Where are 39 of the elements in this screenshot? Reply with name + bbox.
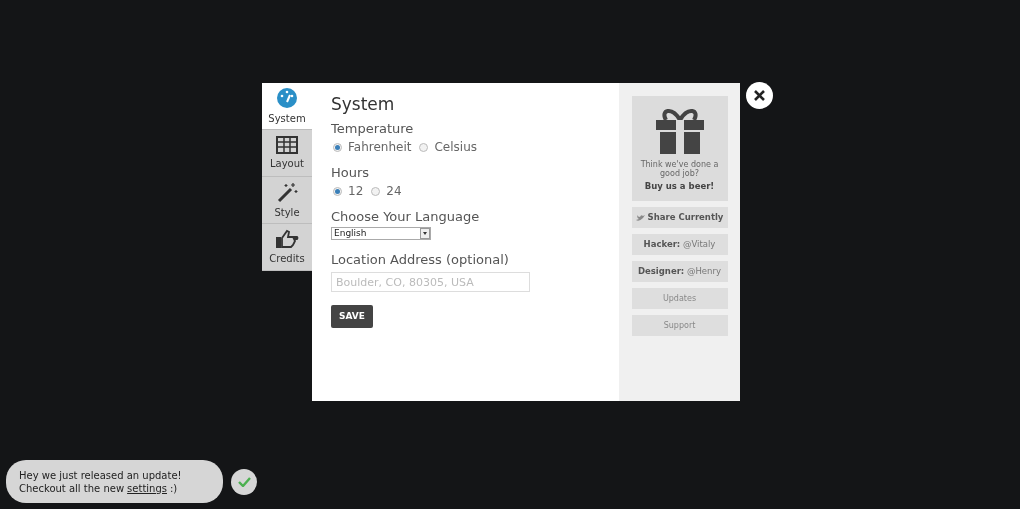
radio-label: 24 — [386, 183, 402, 200]
sidebar-tab[interactable]: Layout — [262, 130, 312, 177]
sidebar-tab[interactable]: Credits — [262, 224, 312, 271]
thumbs-up-icon — [275, 228, 299, 249]
radio-button[interactable] — [419, 142, 429, 152]
toast-text: Hey we just released an update! — [19, 468, 183, 482]
close-icon — [753, 89, 766, 102]
radio-label: Fahrenheit — [348, 139, 412, 156]
sidebar-tab[interactable]: Style — [262, 177, 312, 224]
gauge-icon — [276, 86, 298, 109]
sidebar-tab[interactable]: System — [262, 83, 312, 130]
share-button[interactable]: Share Currently — [631, 207, 728, 228]
toast-text: Checkout all the new — [19, 481, 125, 495]
credit-button[interactable]: Designer: @Henry — [631, 261, 728, 282]
radio-label: Celsius — [434, 139, 477, 156]
check-icon — [237, 476, 251, 487]
radio-button[interactable] — [333, 142, 342, 152]
grid-icon — [276, 135, 298, 154]
caret-icon — [420, 228, 430, 239]
magic-wand-icon — [276, 180, 298, 203]
language-dropdown[interactable]: English — [331, 227, 431, 240]
save-button[interactable]: SAVE — [331, 305, 373, 328]
location-field[interactable]: Boulder, CO, 80305, USA — [331, 272, 530, 292]
field-label: Temperature — [331, 121, 415, 137]
credit-button[interactable]: Hacker: @Vitaly — [631, 234, 728, 255]
panel-title: System — [331, 93, 396, 115]
dismiss-button[interactable] — [231, 468, 257, 495]
radio-label: 12 — [348, 183, 364, 200]
buy-beer-link[interactable]: Buy us a beer! — [644, 180, 715, 193]
settings-link[interactable]: settings — [127, 481, 167, 495]
donate-text: Think we've done a good job? — [639, 160, 720, 178]
radio-button[interactable] — [333, 186, 342, 196]
field-label: Hours — [331, 165, 371, 181]
toast-text: :) — [170, 481, 178, 495]
field-label: Choose Your Language — [331, 209, 481, 225]
radio-button[interactable] — [371, 186, 381, 196]
field-label: Location Address (optional) — [331, 252, 510, 268]
close-button[interactable] — [746, 82, 773, 109]
bird-icon — [635, 213, 645, 222]
